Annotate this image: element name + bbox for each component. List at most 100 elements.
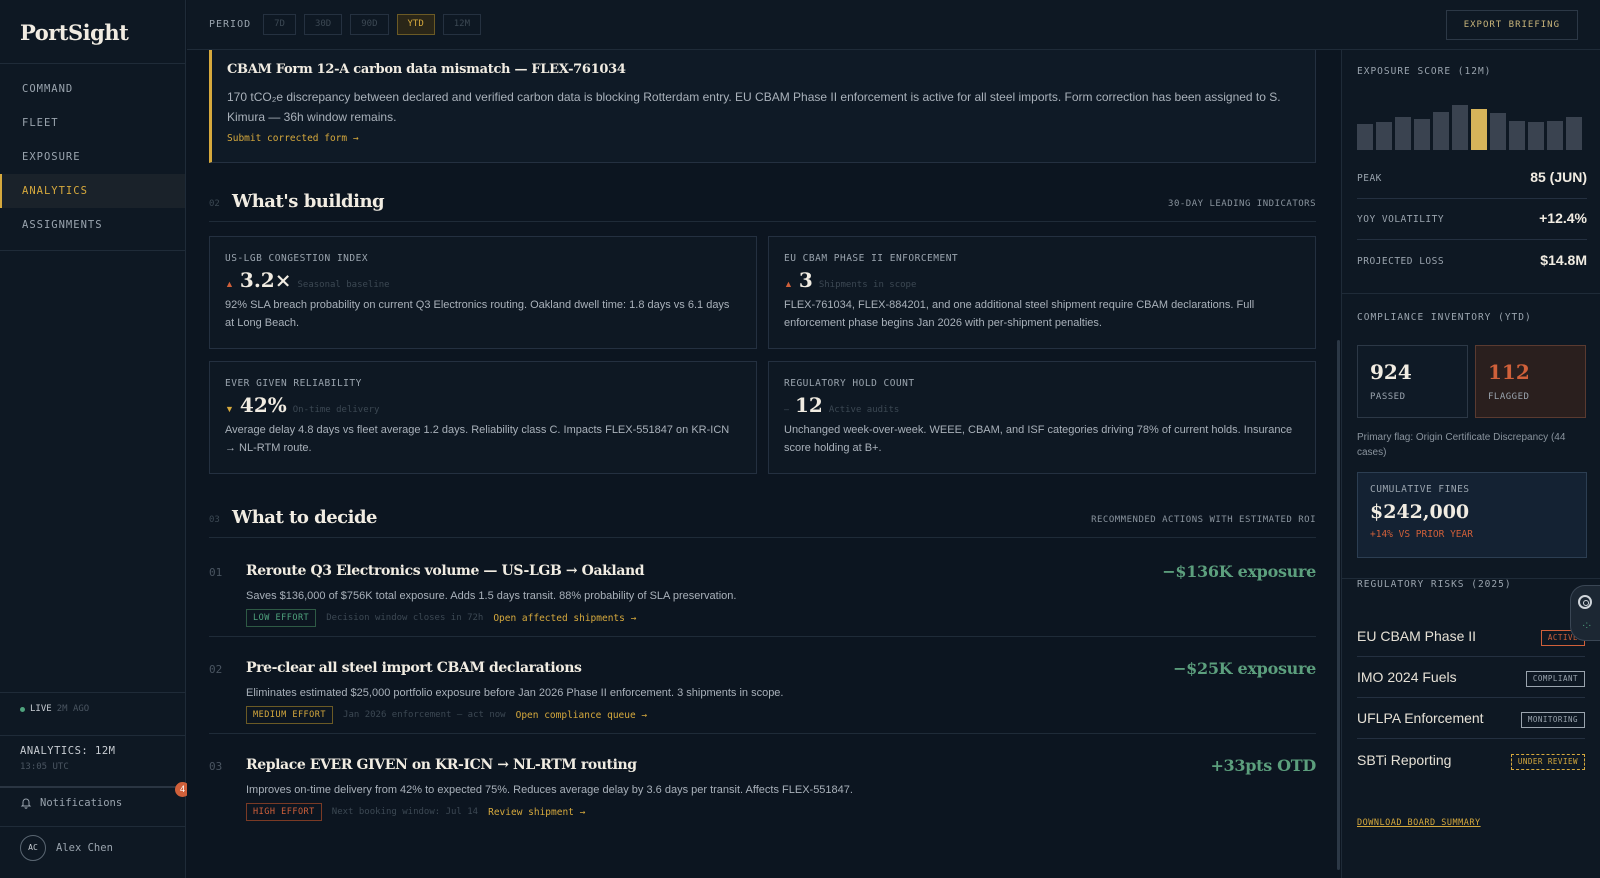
action-title: Replace EVER GIVEN on KR-ICN → NL-RTM ro… — [246, 757, 637, 773]
period-12m-button[interactable]: 12M — [442, 14, 482, 35]
indicator-value: 3.2× — [239, 268, 292, 292]
live-dot-icon — [20, 706, 25, 712]
main-content[interactable]: CBAM Form 12-A carbon data mismatch — FL… — [187, 50, 1337, 878]
analytics-timestamp: 13:05 UTC — [20, 762, 69, 772]
decision-window: Next booking window: Jul 14 — [331, 807, 479, 817]
analytics-period-label: ANALYTICS: 12M — [20, 745, 116, 757]
user-profile[interactable]: AC Alex Chen — [20, 835, 113, 861]
action-desc: Improves on-time delivery from 42% to ex… — [246, 784, 853, 796]
section-title: What to decide — [232, 507, 378, 528]
period-30d-button[interactable]: 30D — [303, 14, 343, 35]
indicator-value: 3 — [798, 268, 813, 292]
sidebar-item-exposure[interactable]: EXPOSURE — [0, 140, 185, 174]
bell-icon — [20, 798, 32, 809]
assistant-button[interactable]: ·:· — [1570, 585, 1600, 641]
section-number: 03 — [209, 515, 220, 525]
period-7d-button[interactable]: 7D — [263, 14, 296, 35]
risk-row[interactable]: UFLPA Enforcement MONITORING — [1357, 698, 1585, 739]
submit-corrected-form-link[interactable]: Submit corrected form → — [227, 133, 1300, 144]
exposure-score-chart — [1357, 100, 1585, 150]
stat-label: PROJECTED LOSS — [1357, 256, 1445, 267]
fines-label: CUMULATIVE FINES — [1370, 484, 1470, 495]
risk-status-badge: COMPLIANT — [1525, 671, 1585, 687]
action-item[interactable]: 03 Replace EVER GIVEN on KR-ICN → NL-RTM… — [209, 734, 1316, 831]
divider — [0, 786, 185, 788]
exposure-bar — [1528, 122, 1544, 150]
exposure-bar — [1547, 121, 1563, 150]
trend-flat-icon: – — [784, 404, 790, 414]
stat-row: PEAK 85 (JUN) — [1357, 158, 1587, 199]
sidebar-item-analytics[interactable]: ANALYTICS — [0, 174, 185, 208]
stat-row: YOY VOLATILITY +12.4% — [1357, 199, 1587, 240]
notifications-button[interactable]: Notifications — [20, 797, 122, 809]
action-number: 01 — [209, 566, 223, 579]
section-subtitle: 30-DAY LEADING INDICATORS — [1168, 199, 1316, 209]
scrollbar-thumb[interactable] — [1337, 340, 1340, 870]
open-compliance-queue-link[interactable]: Open compliance queue → — [516, 710, 648, 721]
action-item[interactable]: 02 Pre-clear all steel import CBAM decla… — [209, 637, 1316, 734]
effort-badge: HIGH EFFORT — [246, 803, 322, 821]
period-label: PERIOD — [209, 19, 252, 30]
open-affected-shipments-link[interactable]: Open affected shipments → — [493, 613, 636, 624]
passed-label: PASSED — [1370, 392, 1406, 402]
flagged-count-card[interactable]: 112 FLAGGED — [1475, 345, 1586, 418]
effort-badge: LOW EFFORT — [246, 609, 317, 627]
top-bar: PERIOD 7D 30D 90D YTD 12M EXPORT BRIEFIN… — [187, 0, 1600, 50]
action-impact: +33pts OTD — [1210, 756, 1316, 775]
period-ytd-button[interactable]: YTD — [396, 14, 435, 35]
indicator-sub: Seasonal baseline — [297, 280, 390, 290]
indicator-card[interactable]: EU CBAM PHASE II ENFORCEMENT ▲ 3 Shipmen… — [768, 236, 1316, 349]
download-board-summary-link[interactable]: DOWNLOAD BOARD SUMMARY — [1357, 818, 1481, 828]
period-90d-button[interactable]: 90D — [350, 14, 389, 35]
risk-status-badge: MONITORING — [1520, 712, 1585, 728]
risk-row[interactable]: SBTi Reporting UNDER REVIEW — [1357, 739, 1585, 780]
risk-name: EU CBAM Phase II — [1357, 628, 1477, 644]
notifications-label: Notifications — [40, 797, 123, 809]
exposure-bar — [1376, 122, 1392, 150]
action-item[interactable]: 01 Reroute Q3 Electronics volume — US-LG… — [209, 540, 1316, 637]
exposure-bar — [1414, 119, 1430, 150]
indicator-card[interactable]: US-LGB CONGESTION INDEX ▲ 3.2× Seasonal … — [209, 236, 757, 349]
avatar: AC — [20, 835, 46, 861]
exposure-bar — [1357, 124, 1373, 150]
divider — [1342, 293, 1600, 294]
exposure-bar — [1471, 109, 1487, 150]
export-briefing-button[interactable]: EXPORT BRIEFING — [1445, 10, 1578, 40]
exposure-bar — [1509, 121, 1525, 150]
indicator-card[interactable]: REGULATORY HOLD COUNT – 12 Active audits… — [768, 361, 1316, 474]
cumulative-fines-card: CUMULATIVE FINES $242,000 +14% VS PRIOR … — [1357, 472, 1587, 558]
indicator-desc: Unchanged week-over-week. WEEE, CBAM, an… — [784, 424, 1293, 454]
assistant-swirl-icon — [1578, 595, 1592, 609]
app-logo[interactable]: PortSight — [0, 0, 185, 64]
section-header-building: 02 What's building 30-DAY LEADING INDICA… — [209, 186, 1316, 222]
decision-window: Jan 2026 enforcement — act now — [343, 710, 506, 720]
stat-value: 85 (JUN) — [1530, 169, 1587, 185]
action-number: 03 — [209, 760, 223, 773]
risk-row[interactable]: EU CBAM Phase II ACTIVE — [1357, 616, 1585, 657]
review-shipment-link[interactable]: Review shipment → — [488, 807, 585, 818]
exposure-bar — [1490, 113, 1506, 150]
exposure-score-label: EXPOSURE SCORE (12M) — [1357, 66, 1492, 77]
action-title: Reroute Q3 Electronics volume — US-LGB →… — [246, 563, 645, 579]
risk-name: UFLPA Enforcement — [1357, 710, 1484, 726]
passed-count-card[interactable]: 924 PASSED — [1357, 345, 1468, 418]
sidebar-item-assignments[interactable]: ASSIGNMENTS — [0, 208, 185, 242]
stat-value: +12.4% — [1539, 210, 1587, 226]
sidebar-item-fleet[interactable]: FLEET — [0, 106, 185, 140]
sidebar: PortSight COMMAND FLEET EXPOSURE ANALYTI… — [0, 0, 190, 878]
stat-value: $14.8M — [1540, 252, 1587, 268]
risk-name: IMO 2024 Fuels — [1357, 669, 1457, 685]
indicator-card[interactable]: EVER GIVEN RELIABILITY ▼ 42% On-time del… — [209, 361, 757, 474]
action-desc: Eliminates estimated $25,000 portfolio e… — [246, 687, 784, 699]
right-panel: EXPOSURE SCORE (12M) PEAK 85 (JUN) YOY V… — [1341, 50, 1600, 878]
section-number: 02 — [209, 199, 220, 209]
indicator-label: EU CBAM PHASE II ENFORCEMENT — [784, 253, 959, 264]
exposure-bar — [1452, 105, 1468, 150]
risk-row[interactable]: IMO 2024 Fuels COMPLIANT — [1357, 657, 1585, 698]
fines-delta: +14% VS PRIOR YEAR — [1370, 529, 1473, 540]
sidebar-item-command[interactable]: COMMAND — [0, 72, 185, 106]
primary-flag-note: Primary flag: Origin Certificate Discrep… — [1357, 432, 1566, 458]
live-label: LIVE — [30, 704, 52, 714]
divider — [0, 735, 185, 736]
exposure-bar — [1395, 117, 1411, 150]
